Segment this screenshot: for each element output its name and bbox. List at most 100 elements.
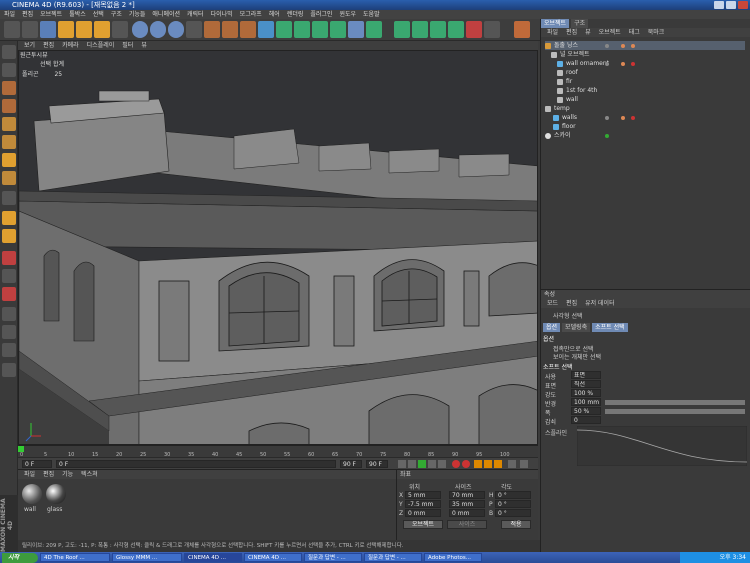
coord-apply-button[interactable]: 적용 [501, 520, 531, 529]
object-row[interactable]: roof [557, 68, 578, 77]
soft-radius-field[interactable]: 100 mm [571, 398, 601, 406]
vp-menu-display[interactable]: 디스플레이 [87, 41, 115, 50]
maximize-button[interactable] [726, 1, 736, 9]
end-frame-field[interactable]: 90 F [340, 460, 362, 468]
falloff-curve-graph[interactable] [577, 426, 747, 466]
rotate-icon[interactable] [94, 21, 110, 38]
object-row[interactable]: 돌출 닝스 [545, 41, 745, 50]
camera-icon[interactable] [366, 21, 382, 38]
soft-width-field[interactable]: 50 % [571, 407, 601, 415]
visibility-dot[interactable] [605, 44, 609, 48]
autokey-icon[interactable] [462, 460, 470, 468]
rot-p-field[interactable]: 0 ° [495, 500, 531, 508]
menu-dynamics[interactable]: 다이나믹 [211, 10, 233, 19]
tool-edges-icon[interactable] [2, 135, 16, 149]
scene-icon[interactable] [348, 21, 364, 38]
render-settings-icon[interactable] [240, 21, 256, 38]
tag-icon[interactable] [631, 44, 635, 48]
menu-edit[interactable]: 편집 [22, 10, 33, 19]
soft-mode-select[interactable]: 표면 [571, 371, 601, 379]
preview-end-field[interactable]: 90 F [366, 460, 388, 468]
move-icon[interactable] [58, 21, 74, 38]
tool-hide-icon[interactable] [2, 325, 16, 339]
object-row[interactable]: floor [553, 122, 576, 131]
obj-menu-file[interactable]: 파일 [547, 28, 558, 37]
coord-size-mode-select[interactable]: 사이즈 [447, 520, 487, 529]
object-row[interactable]: wall ornament [557, 59, 609, 68]
object-row[interactable]: walls [553, 113, 577, 122]
render-picture-viewer-icon[interactable] [222, 21, 238, 38]
menu-objects[interactable]: 오브젝트 [40, 10, 62, 19]
tag-icon[interactable] [621, 62, 625, 66]
go-end-icon[interactable] [438, 460, 446, 468]
y-axis-icon[interactable] [150, 21, 166, 38]
vp-menu-panel[interactable]: 뷰 [141, 41, 147, 50]
tool-animation-icon[interactable] [2, 191, 16, 205]
visibility-dot[interactable] [605, 116, 609, 120]
menu-window[interactable]: 윈도우 [339, 10, 356, 19]
key-pos-icon[interactable] [474, 460, 482, 468]
subdivision-icon[interactable] [294, 21, 310, 38]
tab-objects[interactable]: 오브젝트 [541, 19, 570, 28]
taskbar-item[interactable]: Adobe Photos... [424, 553, 482, 562]
scale-icon[interactable] [76, 21, 92, 38]
taskbar-item[interactable]: CINEMA 4D ... [244, 553, 302, 562]
vp-menu-view[interactable]: 보기 [24, 41, 35, 50]
tool-tweak-icon[interactable] [2, 287, 16, 301]
tag-icon[interactable] [631, 62, 635, 66]
tool-points-icon[interactable] [2, 117, 16, 131]
visibility-dot[interactable] [605, 62, 609, 66]
mat-menu-texture[interactable]: 텍스쳐 [81, 470, 98, 479]
menu-help[interactable]: 도움말 [363, 10, 380, 19]
menu-hair[interactable]: 헤어 [269, 10, 280, 19]
tool-solo-icon[interactable] [2, 307, 16, 321]
system-tray-clock[interactable]: 오후 3:34 [680, 552, 750, 563]
obj-menu-objects[interactable]: 오브젝트 [599, 28, 621, 37]
current-frame-field[interactable]: 0 F [56, 460, 336, 468]
taskbar-item[interactable]: Glossy MMM ... [112, 553, 182, 562]
rot-h-field[interactable]: 0 ° [495, 491, 531, 499]
soft-falloff-select[interactable]: 직선 [571, 380, 601, 388]
tool-snap-icon[interactable] [2, 211, 16, 225]
vp-menu-edit[interactable]: 편집 [43, 41, 54, 50]
menu-animation[interactable]: 애니메이션 [152, 10, 180, 19]
live-select-icon[interactable] [40, 21, 56, 38]
cube-icon[interactable] [258, 21, 274, 38]
redo-icon[interactable] [22, 21, 38, 38]
go-start-icon[interactable] [398, 460, 406, 468]
render-view-icon[interactable] [204, 21, 220, 38]
tool-uv-icon[interactable] [2, 171, 16, 185]
hair-icon[interactable] [448, 21, 464, 38]
size-x-field[interactable]: 70 mm [449, 491, 485, 499]
layout-icon[interactable] [484, 21, 500, 38]
tag-icon[interactable] [621, 116, 625, 120]
tool-model-icon[interactable] [2, 45, 16, 59]
tab-options[interactable]: 옵션 [543, 323, 561, 332]
light-icon[interactable] [394, 21, 410, 38]
object-row[interactable]: 1st for 4th [557, 86, 597, 95]
undo-icon[interactable] [4, 21, 20, 38]
object-row[interactable]: fir [557, 77, 572, 86]
attr-menu-userdata[interactable]: 유저 데이터 [585, 299, 615, 308]
material-wall-swatch[interactable] [22, 484, 42, 504]
option-visible-only[interactable]: 보이는 개체만 선택 [553, 352, 601, 361]
play-icon[interactable] [418, 460, 426, 468]
close-button[interactable] [738, 1, 748, 9]
tool-texture-icon[interactable] [2, 81, 16, 95]
vp-menu-camera[interactable]: 카메라 [62, 41, 79, 50]
soft-falloff-field[interactable]: 0 [571, 416, 601, 424]
mat-menu-function[interactable]: 기능 [62, 470, 73, 479]
start-button[interactable]: 시작 [2, 552, 38, 563]
material-glass-swatch[interactable] [46, 484, 66, 504]
size-z-field[interactable]: 0 mm [449, 509, 485, 517]
mat-menu-file[interactable]: 파일 [24, 470, 35, 479]
attr-menu-mode[interactable]: 모드 [547, 299, 558, 308]
prev-frame-icon[interactable] [408, 460, 416, 468]
taskbar-item[interactable]: 질문과 답변 - ... [364, 553, 422, 562]
attr-menu-edit[interactable]: 편집 [566, 299, 577, 308]
tag-icon[interactable] [621, 44, 625, 48]
menu-character[interactable]: 캐릭터 [187, 10, 204, 19]
object-row[interactable]: temp [545, 104, 570, 113]
taskbar-item[interactable]: 질문과 답변 - ... [304, 553, 362, 562]
z-axis-icon[interactable] [168, 21, 184, 38]
